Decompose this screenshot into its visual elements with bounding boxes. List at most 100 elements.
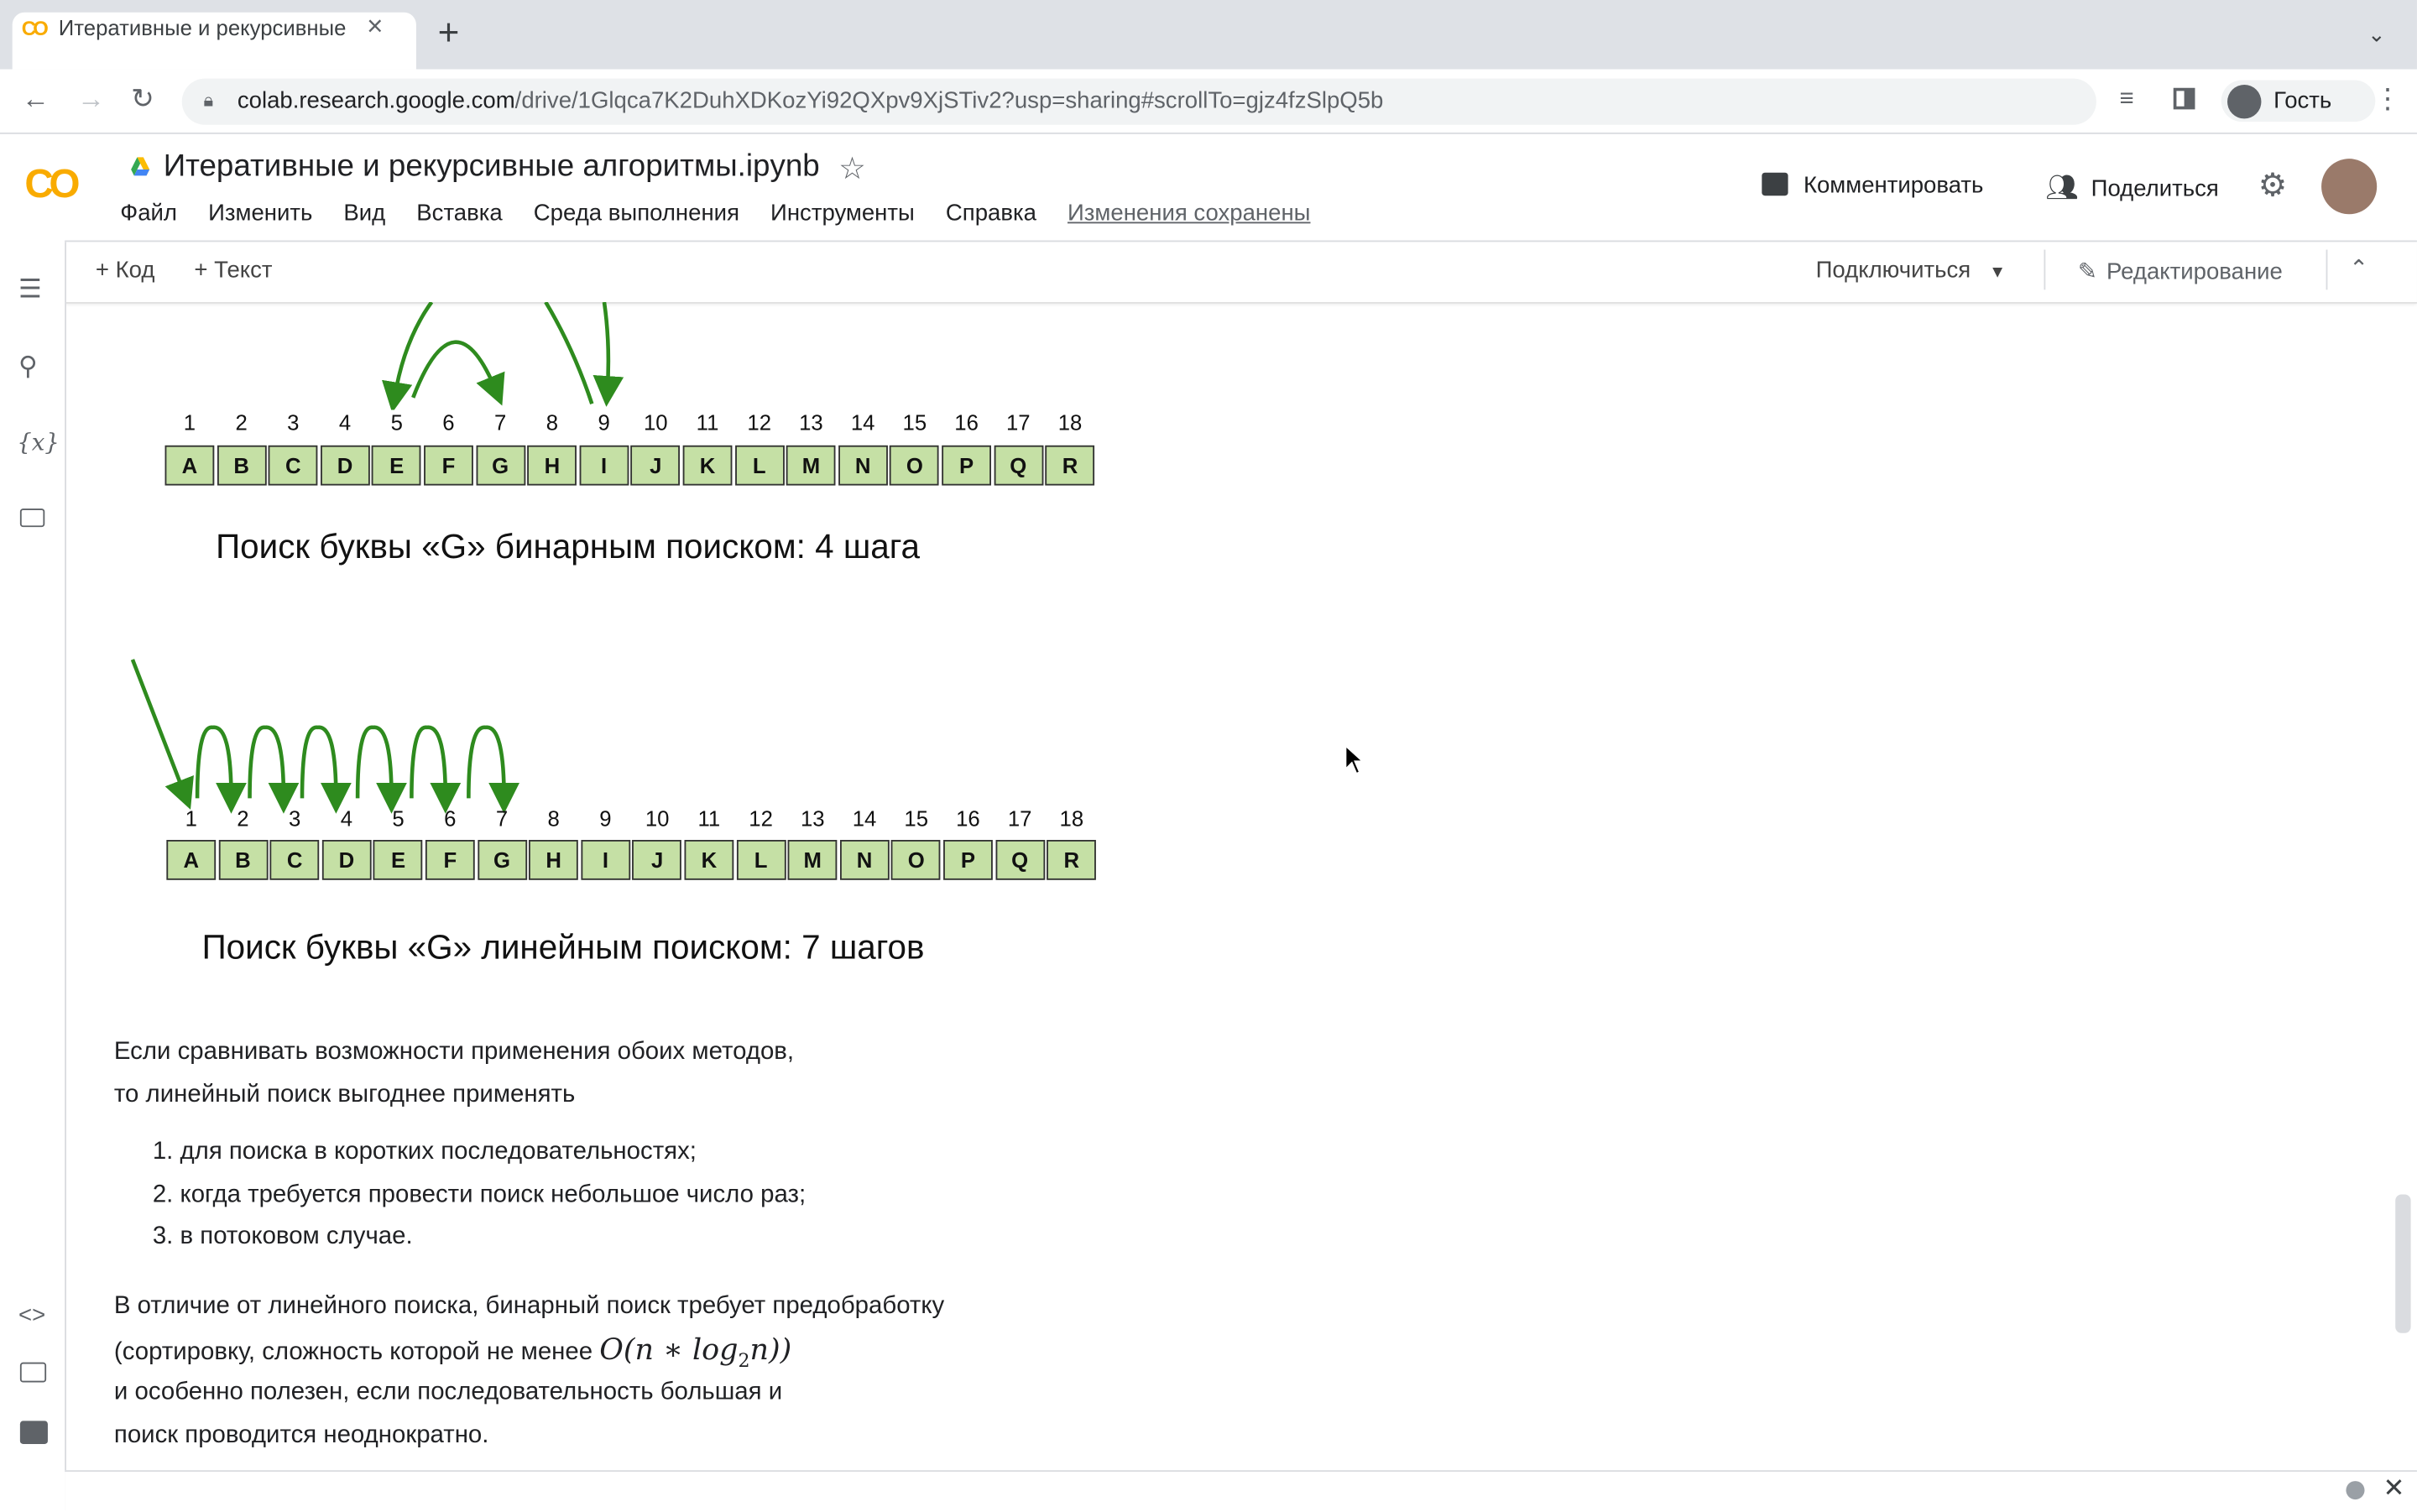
new-tab-button[interactable]: + bbox=[438, 14, 460, 51]
paragraph-2-line-1: В отличие от линейного поиска, бинарный … bbox=[113, 1292, 945, 1320]
connect-button[interactable]: Подключиться ▼ bbox=[1816, 258, 2007, 284]
list-marker: 1. bbox=[152, 1139, 174, 1165]
binary-caption: Поиск буквы «G» бинарным поиском: 4 шага bbox=[216, 527, 921, 566]
binary-arrows bbox=[382, 301, 624, 410]
browser-menu-icon[interactable]: ⋮ bbox=[2374, 83, 2402, 116]
menu-view[interactable]: Вид bbox=[343, 201, 385, 227]
menu-file[interactable]: Файл bbox=[120, 201, 177, 227]
comment-button[interactable]: Комментировать bbox=[1762, 172, 1983, 199]
menu-bar: Файл Изменить Вид Вставка Среда выполнен… bbox=[120, 201, 1335, 227]
letter-cell: R bbox=[1047, 840, 1097, 880]
media-controls-icon[interactable]: ≡ bbox=[2119, 86, 2133, 114]
connect-label: Подключиться bbox=[1815, 257, 1971, 284]
variables-icon[interactable]: {x} bbox=[17, 429, 60, 456]
collapse-header-icon[interactable]: ⌃ bbox=[2349, 254, 2368, 282]
scrollbar-thumb[interactable] bbox=[2395, 1194, 2411, 1333]
linear-caption: Поиск буквы «G» линейным поиском: 7 шаго… bbox=[201, 927, 925, 967]
letter-cell: B bbox=[217, 445, 267, 486]
index-label: 5 bbox=[392, 806, 405, 831]
index-label: 13 bbox=[800, 806, 825, 831]
editing-label: Редактирование bbox=[2106, 258, 2283, 285]
index-label: 14 bbox=[852, 806, 877, 831]
list-item: 2. когда требуется провести поиск неболь… bbox=[153, 1175, 806, 1217]
index-label: 9 bbox=[599, 806, 612, 831]
letter-cell: J bbox=[632, 840, 682, 880]
index-label: 13 bbox=[799, 409, 823, 435]
command-palette-icon[interactable] bbox=[19, 1362, 47, 1383]
add-text-button[interactable]: + Текст bbox=[194, 258, 272, 284]
linear-arrow-start bbox=[130, 659, 194, 810]
menu-edit[interactable]: Изменить bbox=[208, 201, 312, 227]
letter-cell: G bbox=[475, 445, 525, 486]
notebook-toolbar bbox=[65, 240, 2417, 304]
menu-tools[interactable]: Инструменты bbox=[770, 201, 915, 227]
notebook-title[interactable]: Итеративные и рекурсивные алгоритмы.ipyn… bbox=[164, 149, 820, 185]
paragraph-2-line-3: и особенно полезен, если последовательно… bbox=[113, 1379, 783, 1406]
linear-arrow-1 bbox=[195, 725, 247, 814]
back-arrow-icon[interactable]: ← bbox=[22, 83, 50, 116]
letter-cell: L bbox=[734, 445, 785, 486]
share-button[interactable]: 👥︎ Поделиться bbox=[2045, 173, 2219, 204]
index-label: 18 bbox=[1057, 409, 1083, 435]
letter-cell: H bbox=[527, 445, 577, 486]
gear-icon[interactable]: ⚙ bbox=[2258, 166, 2288, 205]
letter-cell: C bbox=[269, 840, 320, 880]
tab-close-icon[interactable]: × bbox=[367, 11, 383, 44]
colab-logo[interactable]: CO bbox=[24, 160, 80, 208]
linear-arrow-3 bbox=[300, 725, 352, 814]
linear-arrow-5 bbox=[410, 725, 462, 814]
index-label: 12 bbox=[749, 806, 773, 831]
star-icon[interactable]: ☆ bbox=[838, 149, 866, 188]
menu-insert[interactable]: Вставка bbox=[416, 201, 502, 227]
menu-help[interactable]: Справка bbox=[946, 201, 1036, 227]
menu-runtime[interactable]: Среда выполнения bbox=[534, 201, 739, 227]
side-panel-icon[interactable] bbox=[2173, 87, 2195, 110]
people-icon: 👥︎ bbox=[2045, 172, 2079, 202]
folder-icon[interactable] bbox=[19, 508, 45, 528]
dropdown-arrow-icon[interactable]: ▼ bbox=[1989, 263, 2006, 282]
status-close-icon[interactable]: ✕ bbox=[2383, 1473, 2405, 1504]
list-marker: 2. bbox=[152, 1181, 174, 1208]
index-label: 15 bbox=[904, 806, 929, 831]
letter-cell: R bbox=[1045, 445, 1095, 486]
colab-favicon-icon: CO bbox=[21, 17, 49, 40]
url-text[interactable]: colab.research.google.com/drive/1Glqca7K… bbox=[238, 88, 1384, 114]
reload-icon[interactable]: ↻ bbox=[131, 83, 154, 116]
linear-letter-row: ABCDEFGHIJKLMNOPQR bbox=[166, 840, 1100, 882]
index-label: 10 bbox=[643, 409, 668, 435]
letter-cell: K bbox=[684, 840, 734, 880]
index-label: 15 bbox=[902, 409, 927, 435]
lock-icon[interactable]: 🔒︎ bbox=[203, 90, 213, 113]
forward-arrow-icon[interactable]: → bbox=[77, 83, 105, 116]
tab-search-chevron-icon[interactable]: ⌄ bbox=[2367, 22, 2386, 48]
letter-cell: P bbox=[942, 445, 991, 486]
letter-cell: A bbox=[164, 445, 215, 486]
letter-cell: G bbox=[477, 840, 527, 880]
index-label: 6 bbox=[442, 409, 455, 435]
terminal-icon[interactable] bbox=[19, 1421, 48, 1444]
index-label: 6 bbox=[444, 806, 457, 831]
table-of-contents-icon[interactable]: ☰ bbox=[18, 274, 42, 305]
letter-cell: M bbox=[786, 445, 836, 486]
editing-mode-button[interactable]: ✎ Редактирование bbox=[2078, 258, 2283, 285]
index-label: 8 bbox=[546, 409, 559, 435]
saved-status-link[interactable]: Изменения сохранены bbox=[1068, 201, 1311, 227]
binary-arrow-1 bbox=[382, 301, 434, 410]
user-avatar[interactable] bbox=[2321, 159, 2378, 215]
letter-cell: L bbox=[736, 840, 786, 880]
letter-cell: I bbox=[579, 445, 629, 486]
guest-avatar-icon bbox=[2227, 85, 2262, 119]
list-item: 3. в потоковом случае. bbox=[153, 1216, 413, 1259]
index-label: 3 bbox=[287, 409, 300, 435]
index-label: 8 bbox=[547, 806, 560, 831]
list-item-text: в потоковом случае. bbox=[180, 1223, 413, 1250]
runtime-status-indicator[interactable] bbox=[2346, 1481, 2365, 1500]
google-drive-icon[interactable] bbox=[129, 156, 151, 178]
code-snippets-icon[interactable]: <> bbox=[18, 1302, 45, 1328]
letter-cell: M bbox=[787, 840, 838, 880]
letter-cell: D bbox=[321, 840, 372, 880]
letter-cell: H bbox=[529, 840, 579, 880]
status-bar bbox=[65, 1470, 2417, 1512]
add-code-button[interactable]: + Код bbox=[96, 258, 155, 284]
intro-line-2: то линейный поиск выгоднее применять bbox=[113, 1082, 576, 1108]
